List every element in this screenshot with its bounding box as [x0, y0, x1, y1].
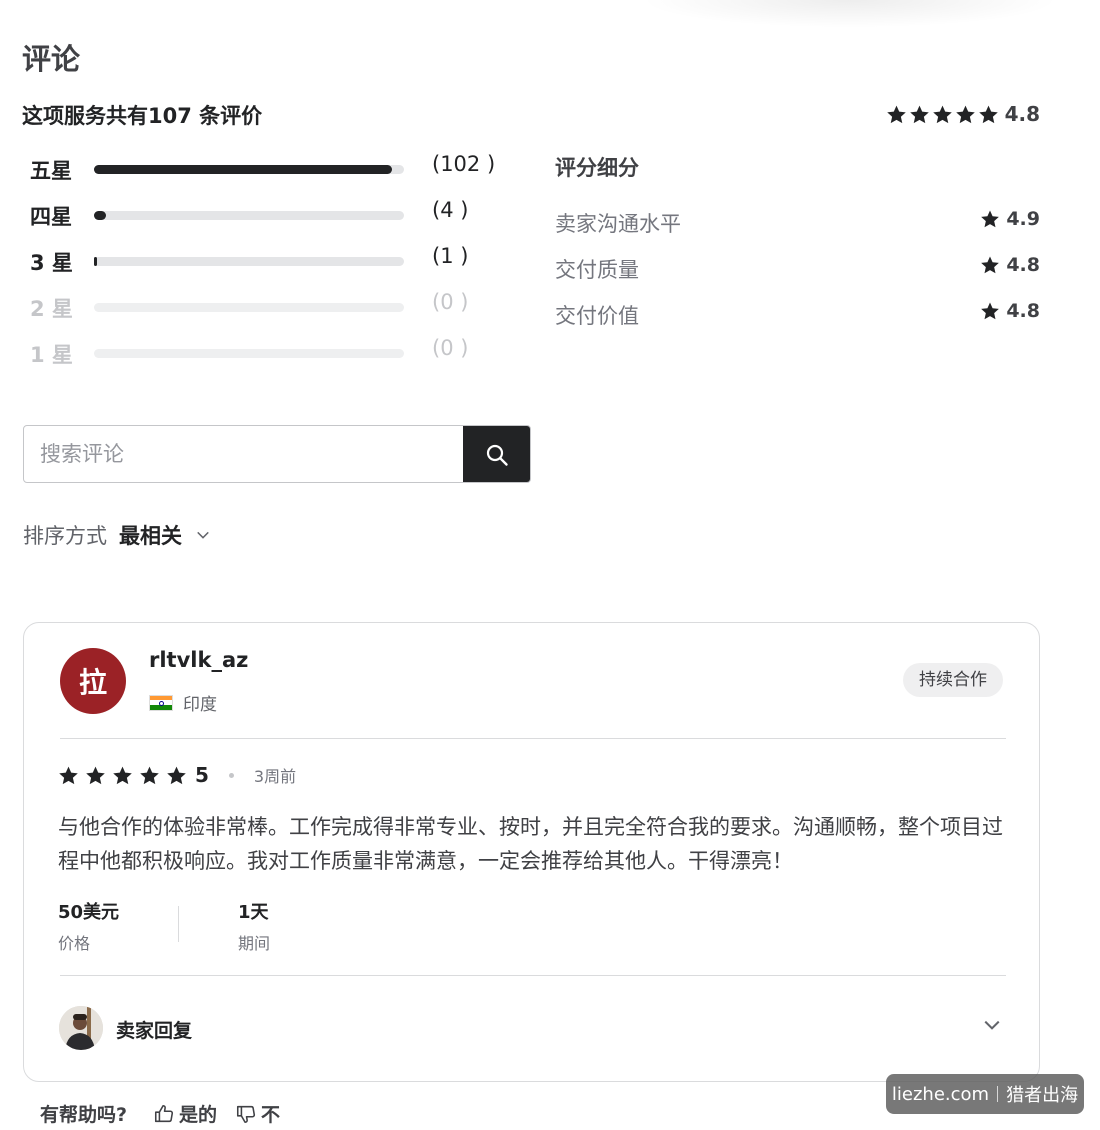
- price-label: 价格: [58, 934, 91, 953]
- chevron-down-icon[interactable]: [983, 1016, 1001, 1034]
- rating-breakdown-label: 交付价值: [555, 304, 639, 328]
- star-icon: [166, 765, 187, 786]
- star-icon: [978, 104, 999, 125]
- rating-breakdown-score: 4.8: [1006, 254, 1040, 276]
- repeat-client-badge: 持续合作: [903, 663, 1003, 697]
- breakdown-bar: [94, 349, 404, 358]
- breakdown-bar-fill: [94, 165, 392, 174]
- breakdown-label: 3 星: [30, 251, 73, 275]
- watermark: liezhe.com 猎者出海: [886, 1074, 1084, 1114]
- search-button[interactable]: [463, 426, 530, 482]
- breakdown-bar: [94, 211, 404, 220]
- breakdown-label: 1 星: [30, 343, 73, 367]
- divider: [60, 975, 1006, 976]
- rating-breakdown-title: 评分细分: [555, 156, 639, 180]
- stat-divider: [178, 906, 179, 942]
- rating-breakdown-label: 卖家沟通水平: [555, 212, 681, 236]
- breakdown-count: (0 ): [432, 290, 469, 314]
- star-icon: [886, 104, 907, 125]
- chevron-down-icon: [197, 531, 209, 539]
- sort-dropdown[interactable]: 排序方式 最相关: [23, 520, 210, 550]
- rating-breakdown-item: 交付质量 4.8: [555, 254, 1040, 286]
- search-icon: [486, 444, 508, 466]
- overall-rating: 4.8: [886, 102, 1040, 126]
- star-icon: [85, 765, 106, 786]
- breakdown-count: (0 ): [432, 336, 469, 360]
- review-text: 与他合作的体验非常棒。工作完成得非常专业、按时，并且完全符合我的要求。沟通顺畅，…: [58, 815, 1003, 873]
- rating-breakdown-score: 4.8: [1006, 300, 1040, 322]
- seller-reply-label[interactable]: 卖家回复: [116, 1016, 192, 1043]
- rating-breakdown-label: 交付质量: [555, 258, 639, 282]
- breakdown-row-4[interactable]: 四星 (4 ): [30, 198, 510, 231]
- watermark-domain: liezhe.com: [891, 1083, 990, 1105]
- breakdown-count: (102 ): [432, 152, 496, 176]
- breakdown-row-2: 2 星 (0 ): [30, 290, 510, 323]
- duration-label: 期间: [238, 934, 271, 953]
- star-icon: [112, 765, 133, 786]
- star-icon: [932, 104, 953, 125]
- rating-breakdown-item: 交付价值 4.8: [555, 300, 1040, 332]
- star-icon: [980, 255, 1000, 275]
- search-input[interactable]: [24, 426, 464, 482]
- breakdown-bar: [94, 303, 404, 312]
- helpful-label: 有帮助吗?: [40, 1104, 128, 1126]
- sort-label: 排序方式: [23, 524, 107, 548]
- rating-breakdown-item: 卖家沟通水平 4.9: [555, 208, 1040, 240]
- page-title: 评论: [22, 42, 81, 76]
- helpful-yes-label: 是的: [179, 1104, 218, 1126]
- price-stat: 50美元 价格: [58, 898, 119, 954]
- breakdown-count: (1 ): [432, 244, 469, 268]
- star-icon: [58, 765, 79, 786]
- helpful-yes-button[interactable]: 是的: [153, 1100, 217, 1127]
- review-time: 3周前: [253, 767, 297, 786]
- top-shadow: [640, 0, 1060, 28]
- breakdown-label: 2 星: [30, 297, 73, 321]
- review-search: [23, 425, 531, 483]
- star-icon: [139, 765, 160, 786]
- thumbs-down-icon: [237, 1105, 256, 1123]
- thumbs-up-icon: [155, 1104, 174, 1122]
- sort-value: 最相关: [119, 524, 182, 548]
- breakdown-count: (4 ): [432, 198, 469, 222]
- overall-rating-value: 4.8: [1004, 102, 1040, 126]
- breakdown-bar: [94, 257, 404, 266]
- duration-stat: 1天 期间: [238, 898, 270, 954]
- price-value: 50美元: [58, 902, 120, 923]
- star-icon: [909, 104, 930, 125]
- breakdown-bar-fill: [94, 211, 107, 220]
- star-icon: [955, 104, 976, 125]
- reviewer-country: 印度: [149, 690, 217, 715]
- rating-breakdown-score: 4.9: [1006, 208, 1040, 230]
- divider: [60, 738, 1006, 739]
- star-icon: [980, 209, 1000, 229]
- india-flag-icon: [149, 694, 173, 711]
- seller-avatar: [59, 1006, 103, 1050]
- star-icon: [980, 301, 1000, 321]
- reviewer-username[interactable]: rltvlk_az: [149, 648, 248, 672]
- helpful-row: 有帮助吗? 是的 不: [40, 1100, 298, 1127]
- breakdown-label: 四星: [30, 205, 72, 229]
- watermark-brand: 猎者出海: [1006, 1085, 1079, 1106]
- avatar: 拉: [60, 648, 126, 714]
- review-count-summary: 这项服务共有107 条评价: [22, 104, 263, 128]
- helpful-no-button[interactable]: 不: [235, 1100, 280, 1127]
- country-name: 印度: [183, 695, 217, 715]
- breakdown-row-5[interactable]: 五星 (102 ): [30, 152, 510, 185]
- helpful-no-label: 不: [261, 1104, 281, 1126]
- separator-dot: [228, 772, 234, 778]
- review-rating: 5 3周前: [58, 763, 296, 787]
- breakdown-bar-fill: [94, 257, 98, 266]
- review-score: 5: [195, 763, 209, 787]
- breakdown-row-3[interactable]: 3 星 (1 ): [30, 244, 510, 277]
- breakdown-row-1: 1 星 (0 ): [30, 336, 510, 369]
- duration-value: 1天: [238, 902, 269, 923]
- watermark-separator: [997, 1086, 999, 1102]
- breakdown-bar: [94, 165, 404, 174]
- breakdown-label: 五星: [30, 159, 72, 183]
